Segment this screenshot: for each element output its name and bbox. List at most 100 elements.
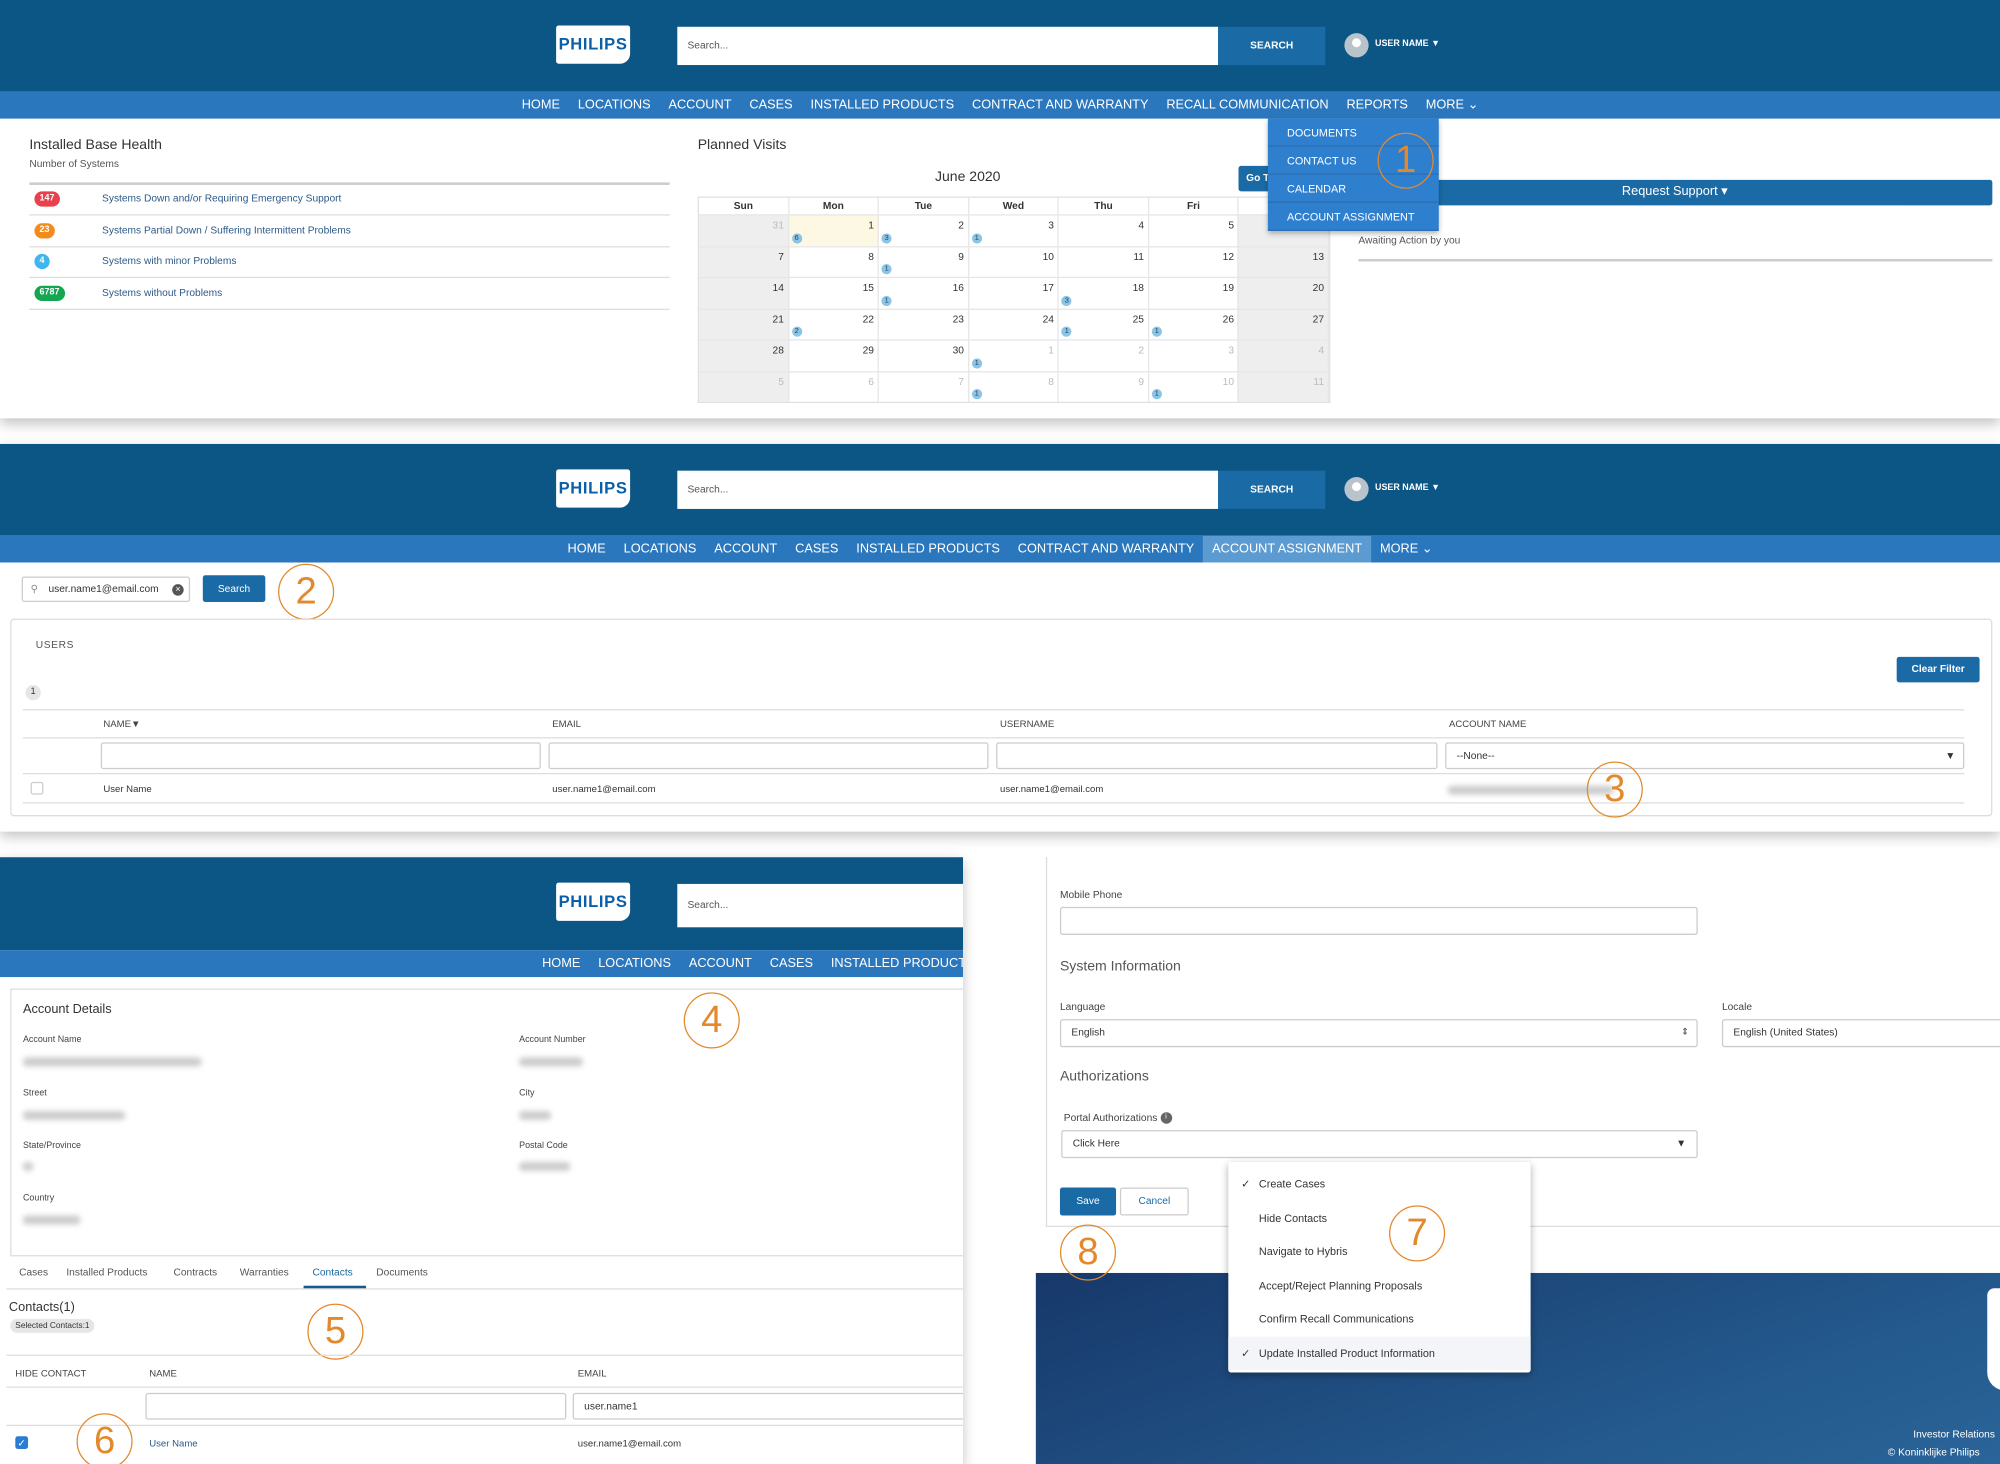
search-input[interactable]: Search...	[677, 883, 964, 928]
calendar-day[interactable]: 31	[698, 214, 790, 246]
visit-count-badge[interactable]: 1	[971, 389, 982, 400]
contact-name-link[interactable]: User Name	[149, 1437, 197, 1448]
calendar-day[interactable]: 17	[969, 276, 1060, 309]
nav-locations[interactable]: LOCATIONS	[615, 536, 706, 563]
calendar-day[interactable]: 31	[969, 214, 1060, 246]
calendar-day[interactable]: 16 1	[879, 276, 970, 309]
calendar-day[interactable]: 13	[1239, 245, 1330, 277]
column-name[interactable]: NAME▼	[103, 718, 140, 729]
health-status-link[interactable]: Systems Down and/or Requiring Emergency …	[102, 193, 341, 204]
visit-count-badge[interactable]: 3	[1061, 295, 1072, 306]
contact-name-filter-input[interactable]	[145, 1392, 567, 1420]
nav-installed-products[interactable]: INSTALLED PRODUCTS	[802, 92, 964, 119]
row-checkbox[interactable]	[30, 781, 44, 795]
visit-count-badge[interactable]: 6	[791, 232, 802, 243]
philips-logo[interactable]: PHILIPS	[556, 25, 631, 64]
calendar-day[interactable]: 11	[1059, 245, 1150, 277]
visit-count-badge[interactable]: 1	[1151, 389, 1162, 400]
visit-count-badge[interactable]: 1	[971, 357, 982, 368]
calendar-day[interactable]: 10	[969, 245, 1060, 277]
nav-cases[interactable]: CASES	[786, 536, 847, 563]
clear-filter-button[interactable]: Clear Filter	[1896, 656, 1980, 683]
calendar-day[interactable]: 7	[879, 370, 970, 402]
calendar-day[interactable]: 16	[789, 214, 880, 246]
nav-cases[interactable]: CASES	[740, 92, 801, 119]
calendar-day[interactable]: 91	[879, 245, 970, 277]
nav-reports[interactable]: REPORTS	[1338, 92, 1417, 119]
save-button[interactable]: Save	[1059, 1187, 1117, 1216]
calendar-day[interactable]: 9	[1059, 370, 1150, 402]
nav-more[interactable]: MORE ⌄	[1371, 536, 1441, 563]
search-input[interactable]: Search...	[677, 470, 1219, 509]
portal-authorizations-select[interactable]: Click Here ▼	[1061, 1130, 1698, 1159]
user-menu[interactable]: USER NAME ▼	[1375, 40, 1440, 49]
user-menu[interactable]: USER NAME ▼	[1375, 483, 1440, 492]
nav-account[interactable]: ACCOUNT	[705, 536, 786, 563]
calendar-day[interactable]: 24	[969, 308, 1060, 340]
column-email[interactable]: EMAIL	[552, 718, 581, 729]
calendar-day[interactable]: 3	[1149, 339, 1240, 371]
email-filter-input[interactable]	[548, 742, 989, 770]
calendar-day[interactable]: 29	[789, 339, 880, 371]
language-select[interactable]: English ⇕	[1059, 1019, 1698, 1048]
tab-contacts[interactable]: Contacts	[312, 1267, 352, 1278]
locale-select[interactable]: English (United States)	[1721, 1019, 2000, 1048]
calendar-day[interactable]: 25 1	[1059, 308, 1150, 340]
calendar-day[interactable]: 19	[1149, 276, 1240, 309]
calendar-day[interactable]: 15	[789, 276, 880, 309]
health-status-link[interactable]: Systems without Problems	[102, 286, 222, 297]
tab-warranties[interactable]: Warranties	[240, 1267, 289, 1278]
authorization-option[interactable]: Navigate to Hybris	[1228, 1235, 1530, 1268]
nav-more[interactable]: MORE ⌄	[1417, 92, 1487, 119]
nav-home[interactable]: HOME	[513, 92, 569, 119]
search-button[interactable]: SEARCH	[1218, 26, 1326, 66]
tab-contracts[interactable]: Contracts	[173, 1267, 217, 1278]
calendar-day[interactable]: 28	[698, 339, 790, 371]
calendar-day[interactable]: 26 1	[1149, 308, 1240, 340]
calendar-day[interactable]: 5	[698, 370, 790, 402]
calendar-day[interactable]: 20	[1239, 276, 1330, 309]
cancel-button[interactable]: Cancel	[1119, 1187, 1189, 1216]
visit-count-badge[interactable]: 1	[881, 295, 892, 306]
calendar-day[interactable]: 6	[789, 370, 880, 402]
calendar-day[interactable]: 10 1	[1149, 370, 1240, 402]
calendar-day[interactable]: 5	[1149, 214, 1240, 246]
user-avatar-icon[interactable]	[1344, 477, 1369, 502]
visit-count-badge[interactable]: 1	[1151, 326, 1162, 337]
authorization-option[interactable]: Hide Contacts	[1228, 1201, 1530, 1234]
column-account-name[interactable]: ACCOUNT NAME	[1449, 718, 1526, 729]
visit-count-badge[interactable]: 1	[881, 264, 892, 275]
column-username[interactable]: USERNAME	[1000, 718, 1054, 729]
authorization-option[interactable]: Confirm Recall Communications	[1228, 1302, 1530, 1335]
request-support-button[interactable]: Request Support ▾	[1357, 179, 1993, 206]
calendar-day[interactable]: 22 2	[789, 308, 880, 340]
search-users-button[interactable]: Search	[202, 575, 266, 603]
column-email[interactable]: EMAIL	[578, 1367, 607, 1378]
tab-installed-products[interactable]: Installed Products	[66, 1267, 147, 1278]
nav-locations[interactable]: LOCATIONS	[569, 92, 660, 119]
visit-count-badge[interactable]: 2	[791, 326, 802, 337]
info-icon[interactable]: i	[1160, 1112, 1172, 1125]
calendar-day[interactable]: 14	[698, 276, 790, 309]
nav-locations[interactable]: LOCATIONS	[589, 950, 680, 977]
calendar-day[interactable]: 27	[1239, 308, 1330, 340]
clear-icon[interactable]: ×	[172, 584, 184, 596]
visit-count-badge[interactable]: 3	[881, 232, 892, 243]
nav-installed-products[interactable]: INSTALLED PRODUCTS	[822, 950, 963, 977]
visit-count-badge[interactable]: 1	[971, 232, 982, 243]
nav-contract-warranty[interactable]: CONTRACT AND WARRANTY	[963, 92, 1157, 119]
search-input[interactable]: Search...	[677, 26, 1219, 66]
username-filter-input[interactable]	[996, 742, 1438, 770]
search-button[interactable]: SEARCH	[1218, 470, 1326, 509]
tab-documents[interactable]: Documents	[376, 1267, 428, 1278]
calendar-day[interactable]: 18 3	[1059, 276, 1150, 309]
authorization-option[interactable]: Accept/Reject Planning Proposals	[1228, 1268, 1530, 1301]
health-status-link[interactable]: Systems Partial Down / Suffering Intermi…	[102, 224, 351, 235]
nav-contract-warranty[interactable]: CONTRACT AND WARRANTY	[1009, 536, 1203, 563]
calendar-day[interactable]: 2	[1059, 339, 1150, 371]
calendar-day[interactable]: 23	[879, 214, 970, 246]
calendar-day[interactable]: 23	[879, 308, 970, 340]
calendar-day[interactable]: 8	[789, 245, 880, 277]
tab-cases[interactable]: Cases	[19, 1267, 48, 1278]
nav-home[interactable]: HOME	[533, 950, 589, 977]
